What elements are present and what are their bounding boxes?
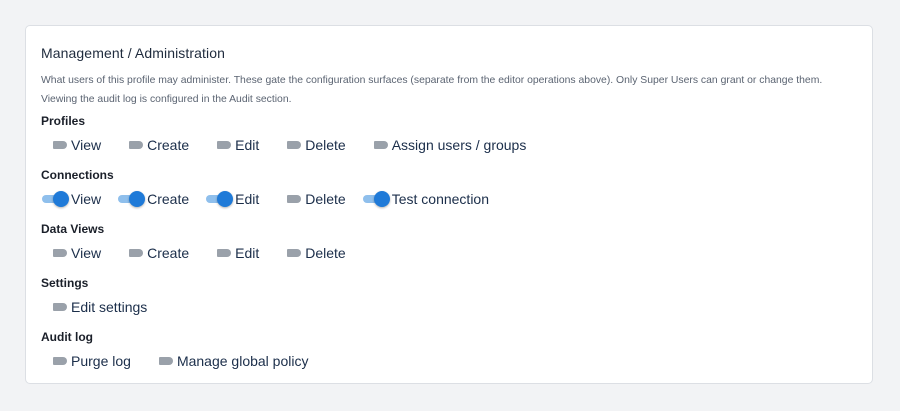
toggle-audit-log-manage-global-policy[interactable]: Manage global policy <box>147 353 309 369</box>
toggle-switch-off[interactable] <box>41 299 69 315</box>
toggle-connections-delete[interactable]: Delete <box>275 191 346 207</box>
toggle-label: View <box>71 137 102 153</box>
toggle-data-views-delete[interactable]: Delete <box>275 245 346 261</box>
toggle-switch-off[interactable] <box>41 245 69 261</box>
toggle-switch-off[interactable] <box>205 245 233 261</box>
management-administration-card: Management / Administration What users o… <box>25 25 873 384</box>
toggle-label: Create <box>147 245 190 261</box>
toggle-profiles-assign-users-groups[interactable]: Assign users / groups <box>362 137 527 153</box>
toggle-profiles-view[interactable]: View <box>41 137 101 153</box>
toggle-switch-off[interactable] <box>41 137 69 153</box>
toggle-switch-off[interactable] <box>41 353 69 369</box>
toggle-switch-off[interactable] <box>275 137 303 153</box>
toggle-label: View <box>71 245 102 261</box>
toggle-label: Edit <box>235 137 260 153</box>
toggle-switch-on[interactable] <box>117 191 146 207</box>
toggle-label: Create <box>147 191 190 207</box>
toggle-label: View <box>71 191 102 207</box>
toggle-data-views-create[interactable]: Create <box>117 245 189 261</box>
toggle-label: Delete <box>305 191 346 207</box>
toggle-connections-test-connection[interactable]: Test connection <box>362 191 489 207</box>
toggle-label: Edit <box>235 245 260 261</box>
toggle-label: Manage global policy <box>176 353 309 369</box>
toggle-audit-log-purge-log[interactable]: Purge log <box>41 353 131 369</box>
toggle-label: Delete <box>305 245 346 261</box>
connections-toggle-row: View Create Edit Delete Test connection <box>41 188 505 210</box>
toggle-data-views-edit[interactable]: Edit <box>205 245 259 261</box>
group-label-audit-log: Audit log <box>41 330 93 344</box>
toggle-data-views-view[interactable]: View <box>41 245 101 261</box>
toggle-label: Purge log <box>71 353 131 369</box>
group-label-profiles: Profiles <box>41 114 86 128</box>
toggle-label: Delete <box>305 137 346 153</box>
toggle-profiles-create[interactable]: Create <box>117 137 189 153</box>
toggle-connections-view[interactable]: View <box>41 191 101 207</box>
toggle-settings-edit-settings[interactable]: Edit settings <box>41 299 147 315</box>
group-label-connections: Connections <box>41 168 114 182</box>
toggle-connections-create[interactable]: Create <box>117 191 189 207</box>
toggle-connections-edit[interactable]: Edit <box>205 191 259 207</box>
toggle-label: Edit <box>235 191 260 207</box>
group-label-data-views: Data Views <box>41 222 105 236</box>
section-description: What users of this profile may administe… <box>41 75 823 105</box>
profiles-toggle-row: View Create Edit Delete Assign users / g… <box>41 134 542 156</box>
toggle-switch-off[interactable] <box>362 137 390 153</box>
toggle-profiles-delete[interactable]: Delete <box>275 137 346 153</box>
toggle-label: Test connection <box>391 191 490 207</box>
toggle-switch-off[interactable] <box>275 191 303 207</box>
toggle-switch-off[interactable] <box>117 137 145 153</box>
toggle-switch-on[interactable] <box>205 191 234 207</box>
audit-log-toggle-row: Purge log Manage global policy <box>41 350 324 372</box>
toggle-switch-off[interactable] <box>275 245 303 261</box>
toggle-switch-on[interactable] <box>41 191 69 207</box>
toggle-switch-off[interactable] <box>205 137 233 153</box>
section-title: Management / Administration <box>41 45 226 61</box>
data-views-toggle-row: View Create Edit Delete <box>41 242 362 264</box>
settings-toggle-row: Edit settings <box>41 296 163 318</box>
toggle-switch-off[interactable] <box>147 353 175 369</box>
toggle-label: Create <box>147 137 190 153</box>
toggle-switch-on[interactable] <box>362 191 390 207</box>
toggle-profiles-edit[interactable]: Edit <box>205 137 259 153</box>
toggle-switch-off[interactable] <box>117 245 145 261</box>
toggle-label: Edit settings <box>71 299 148 315</box>
group-label-settings: Settings <box>41 276 89 290</box>
toggle-label: Assign users / groups <box>391 137 527 153</box>
